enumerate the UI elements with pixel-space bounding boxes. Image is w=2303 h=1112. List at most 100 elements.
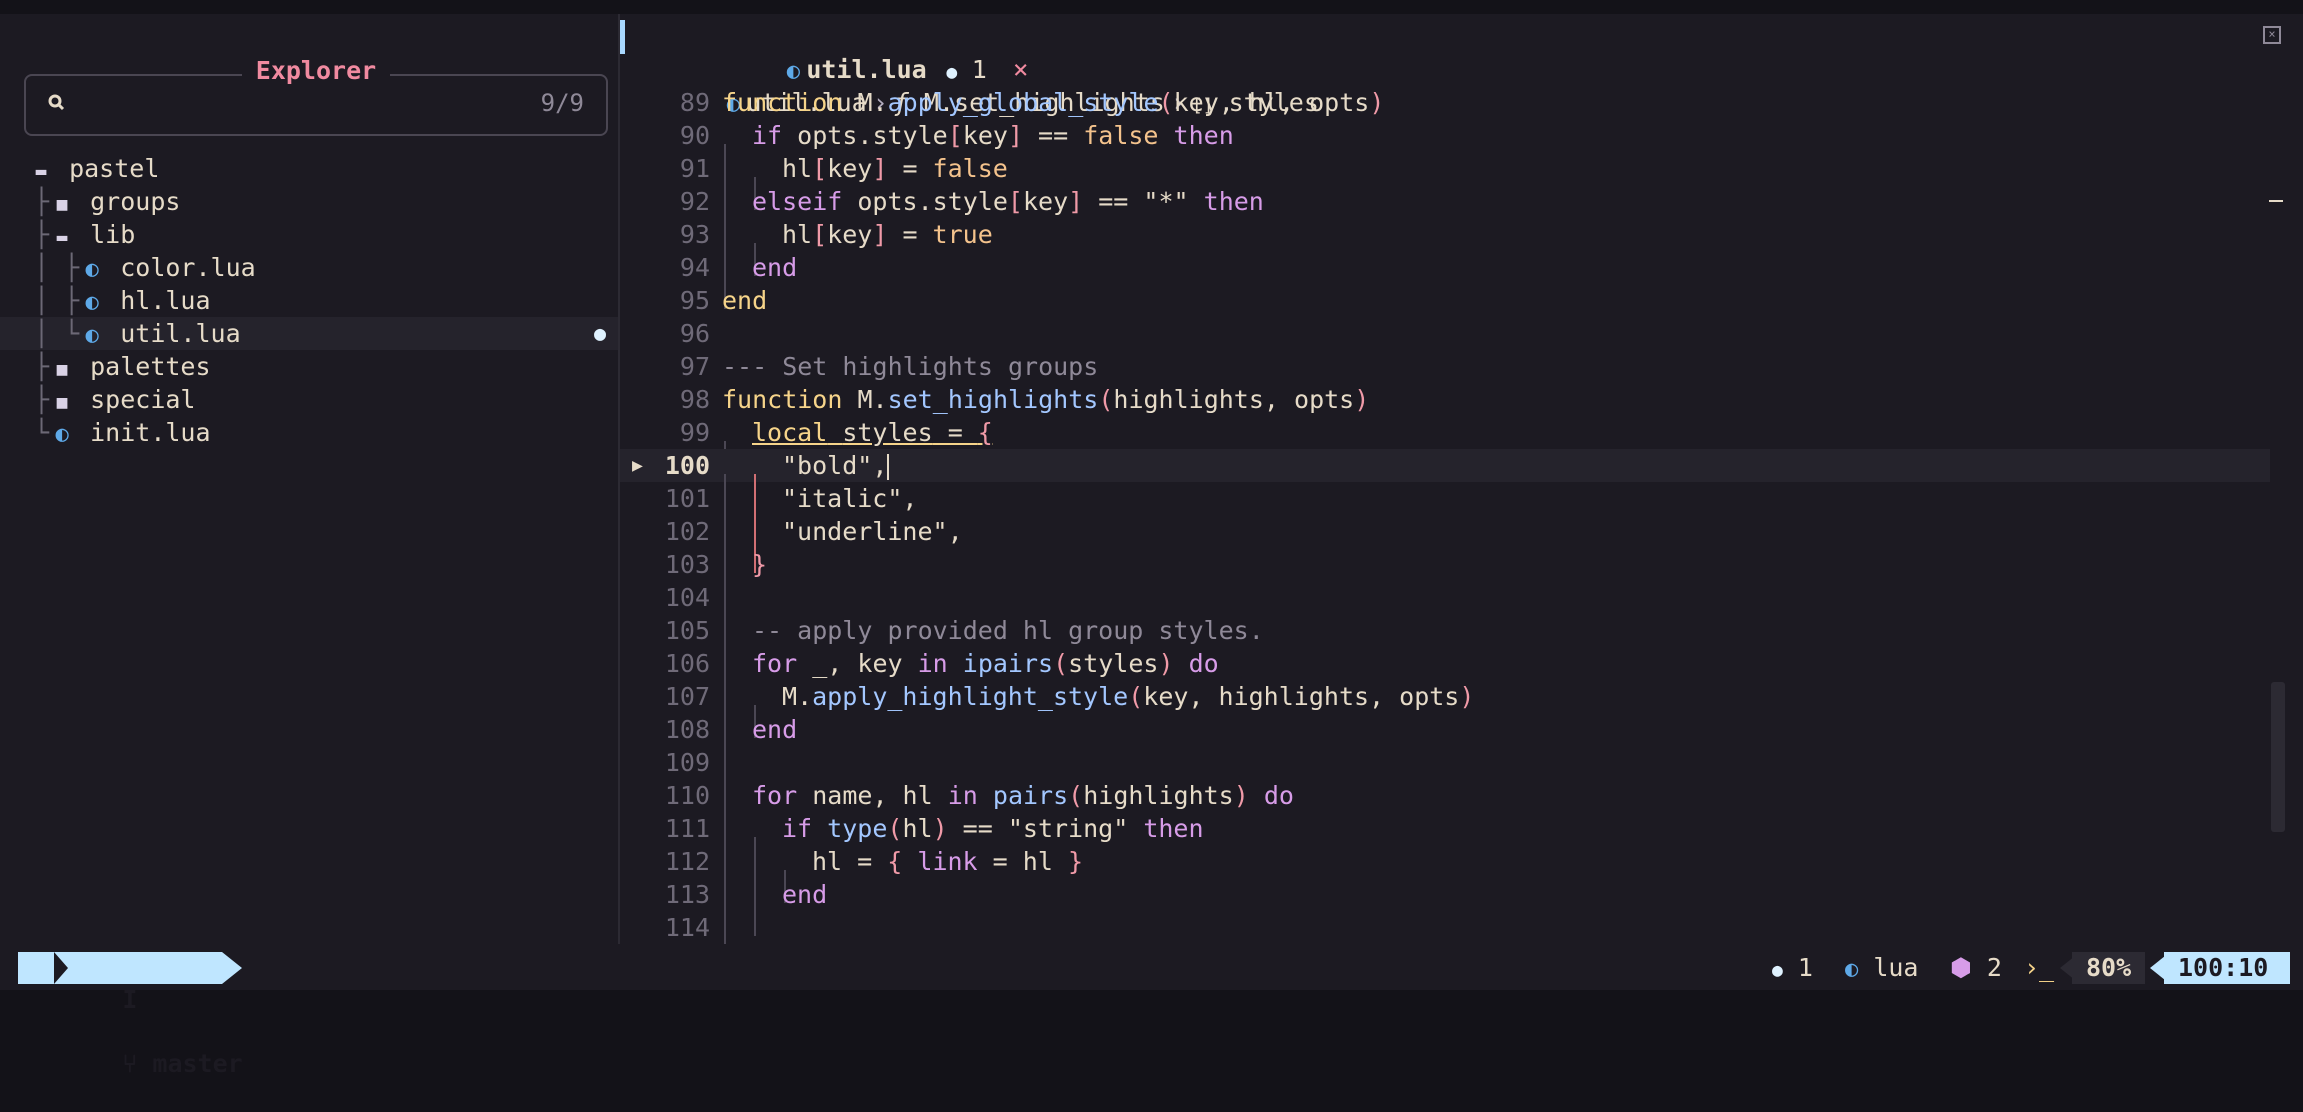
tree-guide: ├ — [34, 352, 50, 381]
explorer-search-box[interactable]: Explorer 9/9 — [24, 56, 608, 136]
close-buffer-icon[interactable]: × — [2263, 26, 2281, 44]
line-number: 113 — [664, 880, 710, 909]
line-source: local styles = { — [724, 418, 993, 474]
line-number: 112 — [664, 847, 710, 876]
tree-item-label: init.lua — [90, 418, 211, 447]
lua-file-icon: ◐ — [85, 257, 99, 282]
lua-file-icon: ◐ — [1845, 957, 1859, 982]
tree-item-label: lib — [90, 220, 136, 249]
terminal-icon[interactable]: ›_ — [2024, 952, 2054, 984]
hint-count[interactable]: ● 1 — [1772, 952, 1813, 984]
code-line[interactable]: 103} — [620, 548, 2270, 606]
code-line[interactable]: 92 elseif opts.style[key] == "*" then — [620, 185, 2270, 243]
code-line-current[interactable]: ▶ 100 "bold", — [620, 449, 2270, 507]
code-line[interactable]: 99 local styles = { — [620, 416, 2270, 474]
line-number: 103 — [664, 550, 710, 579]
tree-item-lib[interactable]: ├ ▬ lib — [0, 218, 620, 251]
line-number: 108 — [664, 715, 710, 744]
line-source — [722, 746, 752, 804]
line-number: 89 — [679, 88, 710, 117]
file-tree: ▬ pastel ├ ■ groups ├ ▬ lib │ ├ ◐ color.lua… — [0, 152, 620, 449]
line-source: hl[key] = false — [724, 154, 1008, 210]
lua-file-icon: ◐ — [85, 323, 99, 348]
filetype[interactable]: ◐ lua — [1845, 952, 1918, 984]
tree-item-groups[interactable]: ├ ■ groups — [0, 185, 620, 218]
explorer-sidebar: Explorer 9/9 ▬ pastel ├ ■ groups ├ ▬ lib │… — [0, 14, 620, 944]
line-number: 95 — [679, 286, 710, 315]
code-line[interactable]: 114 — [620, 911, 2270, 969]
cursor-position: 100:10 — [2164, 952, 2291, 984]
tree-guide: │ ├ — [34, 253, 80, 282]
line-number: 107 — [664, 682, 710, 711]
line-source: end — [724, 715, 798, 771]
code-line[interactable]: 109 — [620, 746, 2270, 804]
code-line[interactable]: 98 function M.set_highlights(highlights, … — [620, 383, 2270, 416]
lightbulb-icon: ● — [1772, 960, 1783, 981]
code-line[interactable]: 94 end — [620, 251, 2270, 309]
code-line[interactable]: 89 function M.apply_global_style(key, hl,… — [620, 86, 2270, 119]
tree-item-hl-lua[interactable]: │ ├ ◐ hl.lua — [0, 284, 620, 317]
tab-util-lua[interactable]: ◐ util.lua ● 1 × — [690, 22, 1029, 85]
lsp-count-value: 2 — [1986, 953, 2002, 982]
code-line[interactable]: 91 hl[key] = false — [620, 152, 2270, 210]
tree-item-color-lua[interactable]: │ ├ ◐ color.lua — [0, 251, 620, 284]
code-area[interactable]: 89 function M.apply_global_style(key, hl,… — [620, 86, 2270, 969]
code-line[interactable]: 90 if opts.style[key] == false then — [620, 119, 2270, 177]
active-tab-indicator — [620, 20, 625, 54]
code-line[interactable]: 105 -- apply provided hl group styles. — [620, 614, 2270, 672]
code-line[interactable]: 113 end — [620, 878, 2270, 936]
code-line[interactable]: 95 end — [620, 284, 2270, 317]
tree-item-pastel[interactable]: ▬ pastel — [0, 152, 620, 185]
tree-item-palettes[interactable]: ├ ■ palettes — [0, 350, 620, 383]
explorer-search-input[interactable] — [82, 84, 506, 126]
editor-window: Explorer 9/9 ▬ pastel ├ ■ groups ├ ▬ lib │… — [0, 14, 2303, 1078]
tree-item-init-lua[interactable]: └ ◐ init.lua — [0, 416, 620, 449]
line-number: 102 — [664, 517, 710, 546]
code-line[interactable]: 110 for name, hl in pairs(highlights) do — [620, 779, 2270, 837]
code-line[interactable]: 96 — [620, 317, 2270, 350]
branch-name[interactable]: master — [152, 1049, 242, 1078]
code-line[interactable]: 111 if type(hl) == "string" then — [620, 812, 2270, 870]
line-source: function M.set_highlights(highlights, op… — [722, 385, 1370, 414]
line-source — [722, 581, 752, 639]
tree-guide: │ ├ — [34, 286, 80, 315]
tree-item-util-lua[interactable]: │ └ ◐ util.lua ● — [0, 317, 620, 350]
line-source: hl = { link = hl } — [724, 847, 1083, 903]
line-source: } — [724, 550, 768, 606]
folder-icon: ■ — [56, 392, 68, 413]
code-line[interactable]: 108 end — [620, 713, 2270, 771]
code-line[interactable]: 102 "underline", — [620, 515, 2270, 573]
lsp-cube-icon: ⬢ — [1950, 953, 1972, 982]
tree-item-label: special — [90, 385, 196, 414]
line-source: M.apply_highlight_style(key, highlights,… — [724, 682, 1475, 738]
code-line[interactable]: 106 for _, key in ipairs(styles) do — [620, 647, 2270, 705]
code-line[interactable]: 101 "italic", — [620, 482, 2270, 540]
line-source: for name, hl in pairs(highlights) do — [724, 781, 1294, 837]
code-line[interactable]: 112 hl = { link = hl } — [620, 845, 2270, 903]
code-line[interactable]: 104 — [620, 581, 2270, 639]
lua-file-icon: ◐ — [55, 422, 69, 447]
code-editor[interactable]: ◐ util.lua ● 1 × × ◐ util.lua › ƒ M.set_highli… — [620, 14, 2303, 969]
breadcrumb: ◐ util.lua › ƒ M.set_highlights ›[] styles — [630, 55, 1319, 117]
scrollbar-thumb[interactable] — [2271, 682, 2285, 832]
line-number: 90 — [679, 121, 710, 150]
line-number: 109 — [664, 748, 710, 777]
line-source: function M.apply_global_style(key, hl, o… — [722, 88, 1385, 117]
line-number: 111 — [664, 814, 710, 843]
folder-icon: ■ — [56, 359, 68, 380]
scroll-percent: 80% — [2072, 952, 2146, 984]
tree-item-label: groups — [90, 187, 181, 216]
line-number: 99 — [679, 418, 710, 447]
code-line[interactable]: 107 M.apply_highlight_style(key, highligh… — [620, 680, 2270, 738]
folder-icon: ■ — [56, 194, 68, 215]
lsp-clients[interactable]: ⬢ 2 — [1950, 952, 2002, 984]
tree-item-special[interactable]: ├ ■ special — [0, 383, 620, 416]
code-line[interactable]: 93 hl[key] = true — [620, 218, 2270, 276]
code-line[interactable]: 97 --- Set highlights groups — [620, 350, 2270, 383]
line-source: end — [724, 253, 798, 309]
line-source: --- Set highlights groups — [722, 352, 1099, 381]
folder-open-icon: ▬ — [35, 161, 47, 182]
tree-item-label: hl.lua — [120, 286, 211, 315]
filetype-value: lua — [1873, 953, 1919, 982]
line-number: 91 — [679, 154, 710, 183]
